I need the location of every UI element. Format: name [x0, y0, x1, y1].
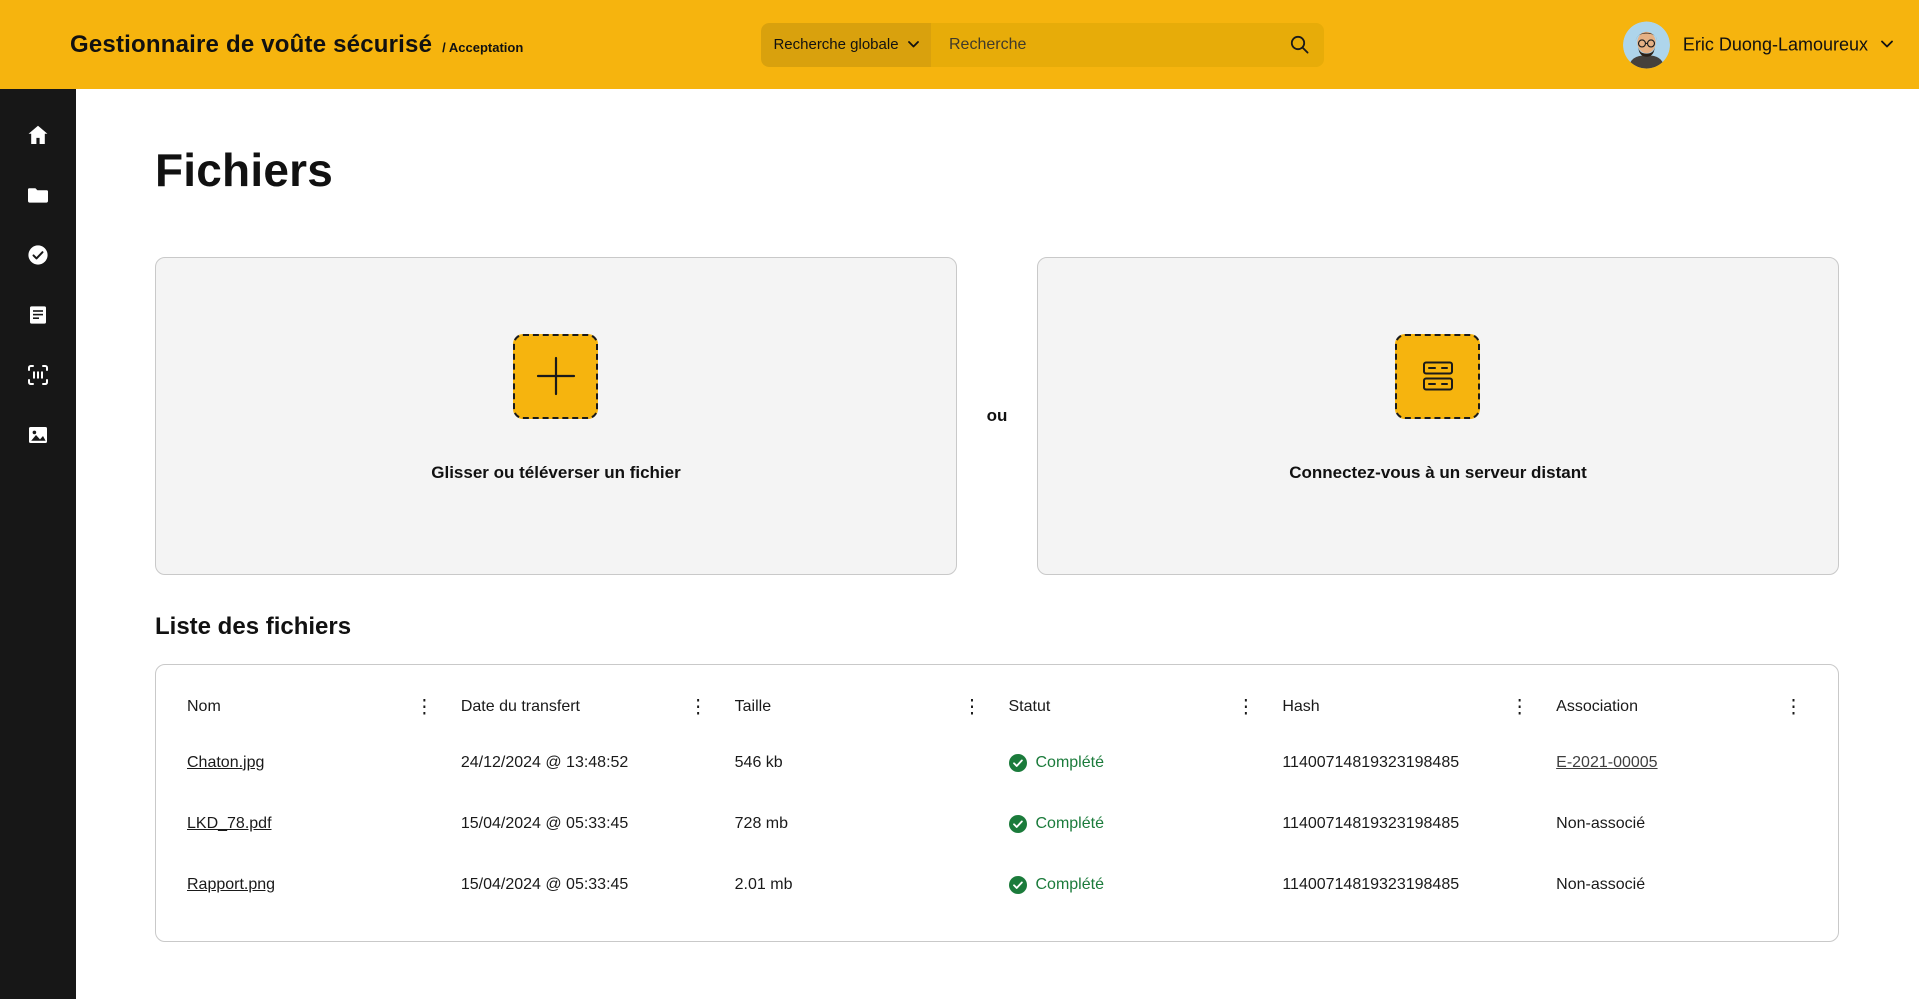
status-check-icon	[1009, 876, 1027, 894]
page-title: Fichiers	[155, 143, 1839, 197]
transfer-date: 15/04/2024 @ 05:33:45	[461, 876, 735, 894]
column-menu-icon[interactable]: ⋮	[958, 698, 987, 717]
upload-card-label: Glisser ou téléverser un fichier	[431, 463, 680, 483]
plus-icon	[533, 353, 579, 399]
top-bar: Gestionnaire de voûte sécurisé / Accepta…	[0, 0, 1919, 89]
remote-server-box[interactable]	[1395, 334, 1480, 419]
sidebar	[0, 89, 76, 999]
search-field	[931, 23, 1324, 67]
search-input[interactable]	[949, 36, 1279, 54]
sidebar-item-validations[interactable]	[26, 242, 51, 267]
home-icon	[26, 123, 50, 147]
or-separator: ou	[957, 257, 1037, 575]
column-header-taille: Taille	[735, 698, 771, 716]
status-check-icon	[1009, 815, 1027, 833]
status-label: Complété	[1036, 754, 1104, 772]
upload-dropzone-card[interactable]: Glisser ou téléverser un fichier	[155, 257, 957, 575]
file-table: Nom⋮ Date du transfert⋮ Taille⋮ Statut⋮ …	[155, 664, 1839, 942]
sidebar-item-scan[interactable]	[26, 362, 51, 387]
server-card-label: Connectez-vous à un serveur distant	[1289, 463, 1587, 483]
avatar	[1623, 21, 1670, 68]
column-menu-icon[interactable]: ⋮	[410, 698, 439, 717]
transfer-date: 24/12/2024 @ 13:48:52	[461, 754, 735, 772]
file-hash: 11400714819323198485	[1282, 754, 1556, 772]
column-header-association: Association	[1556, 698, 1638, 716]
sidebar-item-media[interactable]	[26, 422, 51, 447]
image-icon	[26, 423, 50, 447]
chevron-down-icon	[908, 41, 919, 48]
file-size: 2.01 mb	[735, 876, 1009, 894]
file-link[interactable]: LKD_78.pdf	[187, 815, 272, 832]
search-scope-dropdown[interactable]: Recherche globale	[761, 23, 931, 67]
column-menu-icon[interactable]: ⋮	[1779, 698, 1808, 717]
remote-server-card[interactable]: Connectez-vous à un serveur distant	[1037, 257, 1839, 575]
table-row: LKD_78.pdf 15/04/2024 @ 05:33:45 728 mb …	[187, 793, 1830, 854]
status-label: Complété	[1036, 815, 1104, 833]
association-link[interactable]: E-2021-00005	[1556, 754, 1657, 771]
upload-section: Glisser ou téléverser un fichier ou Conn…	[155, 257, 1839, 575]
file-hash: 11400714819323198485	[1282, 815, 1556, 833]
column-menu-icon[interactable]: ⋮	[684, 698, 713, 717]
user-name: Eric Duong-Lamoureux	[1683, 34, 1868, 55]
table-header-row: Nom⋮ Date du transfert⋮ Taille⋮ Statut⋮ …	[187, 687, 1830, 727]
chevron-down-icon[interactable]	[1881, 41, 1893, 49]
upload-dropzone-box[interactable]	[513, 334, 598, 419]
transfer-date: 15/04/2024 @ 05:33:45	[461, 815, 735, 833]
check-circle-icon	[26, 243, 50, 267]
association-label: Non-associé	[1556, 815, 1830, 833]
file-size: 546 kb	[735, 754, 1009, 772]
file-link[interactable]: Rapport.png	[187, 876, 275, 893]
table-row: Rapport.png 15/04/2024 @ 05:33:45 2.01 m…	[187, 854, 1830, 915]
column-header-nom: Nom	[187, 698, 221, 716]
app-title: Gestionnaire de voûte sécurisé	[70, 31, 432, 59]
file-link[interactable]: Chaton.jpg	[187, 754, 264, 771]
column-header-hash: Hash	[1282, 698, 1319, 716]
status-check-icon	[1009, 754, 1027, 772]
table-row: Chaton.jpg 24/12/2024 @ 13:48:52 546 kb …	[187, 732, 1830, 793]
column-menu-icon[interactable]: ⋮	[1231, 698, 1260, 717]
column-header-date: Date du transfert	[461, 698, 580, 716]
user-menu[interactable]: Eric Duong-Lamoureux	[1623, 21, 1893, 68]
environment-label: / Acceptation	[442, 40, 523, 55]
sidebar-item-home[interactable]	[26, 122, 51, 147]
file-hash: 11400714819323198485	[1282, 876, 1556, 894]
search-icon[interactable]	[1289, 34, 1310, 55]
server-icon	[1417, 355, 1459, 397]
association-label: Non-associé	[1556, 876, 1830, 894]
sidebar-item-files[interactable]	[26, 182, 51, 207]
app-brand: Gestionnaire de voûte sécurisé / Accepta…	[0, 31, 523, 59]
search-bar: Recherche globale	[761, 23, 1324, 67]
search-scope-label: Recherche globale	[773, 36, 898, 53]
sidebar-item-documents[interactable]	[26, 302, 51, 327]
folder-icon	[26, 183, 50, 207]
document-icon	[26, 303, 50, 327]
status-label: Complété	[1036, 876, 1104, 894]
column-menu-icon[interactable]: ⋮	[1505, 698, 1534, 717]
file-list-title: Liste des fichiers	[155, 613, 1839, 641]
file-size: 728 mb	[735, 815, 1009, 833]
column-header-statut: Statut	[1009, 698, 1051, 716]
scan-icon	[26, 363, 50, 387]
main-content: Fichiers Glisser ou téléverser un fichie…	[76, 143, 1919, 942]
